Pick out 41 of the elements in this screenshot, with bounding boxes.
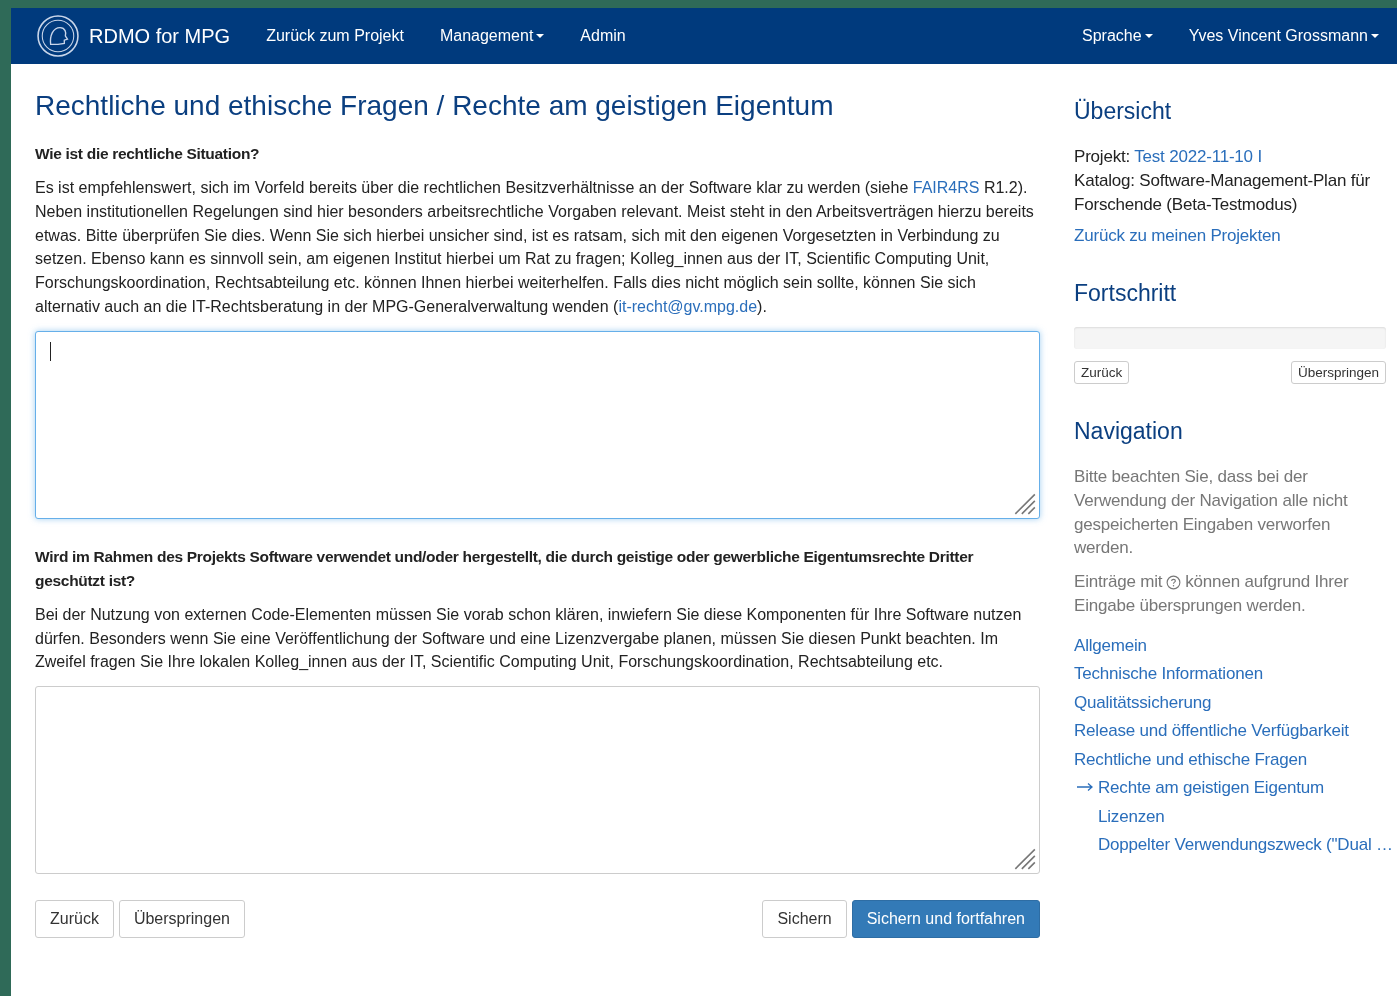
nav-link[interactable]: Yves Vincent Grossmann — [1170, 27, 1397, 45]
help-text: Bei der Nutzung von externen Code-Elementen müssen Sie vorab schon klären, inwiefern Sie diese Komponenten für Ihre Software nutzen dürfen. Besonders wenn Sie eine Veröffentlichung der Software und eine Lizenzvergabe planen, müssen Sie diesen Punkt beachten. Im Zweifel fragen Sie Ihre lokalen Kolleg_innen aus der IT, Scientific Computing Unit, Forschungskoordination, Rechtsabteilung etc. — [35, 604, 1023, 673]
page-title: Rechtliche und ethische Fragen / Rechte am geistigen Eigentum — [35, 90, 835, 122]
nav-link[interactable]: Management — [421, 27, 563, 45]
sidebar-heading: Navigation — [1074, 418, 1184, 445]
hint-text: Einträge mit — [1074, 571, 1163, 594]
back-link[interactable]: Zurück zu meinen Projekten — [1074, 226, 1386, 246]
logo-icon — [37, 15, 79, 57]
nav-link[interactable]: Sprache — [1064, 27, 1171, 45]
project-label: Projekt: — [1074, 147, 1131, 166]
back-button[interactable]: Zurück — [1074, 361, 1130, 384]
help-icon — [1166, 574, 1182, 590]
navigation-link[interactable]: Rechtliche und ethische Fragen — [1074, 749, 1308, 769]
navigation-note: Bitte beachten Sie, dass bei der Verwendung der Navigation alle nicht gespeicherten Eingaben verworfen werden. — [1074, 466, 1349, 560]
nav-link[interactable]: Admin — [562, 27, 644, 45]
navigation-link[interactable]: Qualitätssicherung — [1074, 692, 1212, 712]
nav-button[interactable]: Überspringen — [118, 900, 245, 939]
question-label: Wird im Rahmen des Projekts Software verwendet und/oder hergestellt, die durch geistige oder gewerbliche Eigentumsrechte Dritter geschützt ist? — [35, 546, 975, 591]
sidebar-heading: Übersicht — [1074, 98, 1173, 125]
brand-link[interactable]: RDMO for MPG — [89, 24, 231, 48]
navigation-link[interactable]: Doppelter Verwendungszweck ("Dual … — [1098, 835, 1393, 855]
hint-text: Eingabe übersprungen werden. — [1074, 595, 1306, 617]
catalog-text: Katalog: Software-Management-Plan für Forschende (Beta-Testmodus) — [1074, 170, 1371, 216]
navigation-link[interactable]: Allgemein — [1074, 635, 1147, 655]
help-link[interactable]: FAIR4RS — [912, 179, 980, 196]
help-link[interactable]: it-recht@gv.mpg.de — [618, 298, 758, 315]
navigation-link[interactable]: Release und öffentliche Verfügbarkeit — [1074, 721, 1349, 741]
navigation-link[interactable]: Rechte am geistigen Eigentum — [1076, 778, 1324, 798]
nav-link[interactable]: Zurück zum Projekt — [248, 27, 422, 45]
save-continue-button[interactable]: Sichern und fortfahren — [851, 900, 1040, 939]
help-text: Es ist empfehlenswert, sich im Vorfeld bereits über die rechtlichen Besitzverhältnisse an der Software klar zu werden (siehe FAIR4RS R1.2). Neben institutionellen Regelungen sind hier besonders arbeitsrechtliche Vorgaben relevant. Meist steht in den Arbeitsverträgen hierzu bereits etwas. Bitte überprüfen Sie dies. Wenn Sie sich hierbei unsicher sind, ist es ratsam, sich mit den eigenen Vorgesetzten in Verbindung zu setzen. Ebenso kann es sinnvoll sein, am eigenen Institut hierbei um Rat zu fragen; Kolleg_innen aus der IT, Scientific Computing Unit, Forschungskoordination, Rechtsabteilung etc. können Ihnen hierbei weiterhelfen. Falls dies nicht möglich sein sollte, können Sie sich alternativ auch an die IT-Rechtsberatung in der MPG-Generalverwaltung wenden (it-recht@gv.mpg.de). — [35, 178, 1035, 317]
sidebar-heading: Fortschritt — [1074, 280, 1178, 307]
save-button[interactable]: Sichern — [762, 900, 847, 939]
navigation-link[interactable]: Technische Informationen — [1074, 664, 1263, 684]
project-link[interactable]: Test 2022-11-10 I — [1134, 147, 1262, 166]
question-label: Wie ist die rechtliche Situation? — [35, 144, 261, 164]
arrow-icon — [1076, 782, 1094, 793]
navigation-link[interactable]: Lizenzen — [1098, 806, 1165, 826]
skip-button[interactable]: Überspringen — [1290, 361, 1386, 384]
hint-text: können aufgrund Ihrer — [1185, 571, 1349, 594]
nav-button[interactable]: Zurück — [35, 900, 114, 939]
